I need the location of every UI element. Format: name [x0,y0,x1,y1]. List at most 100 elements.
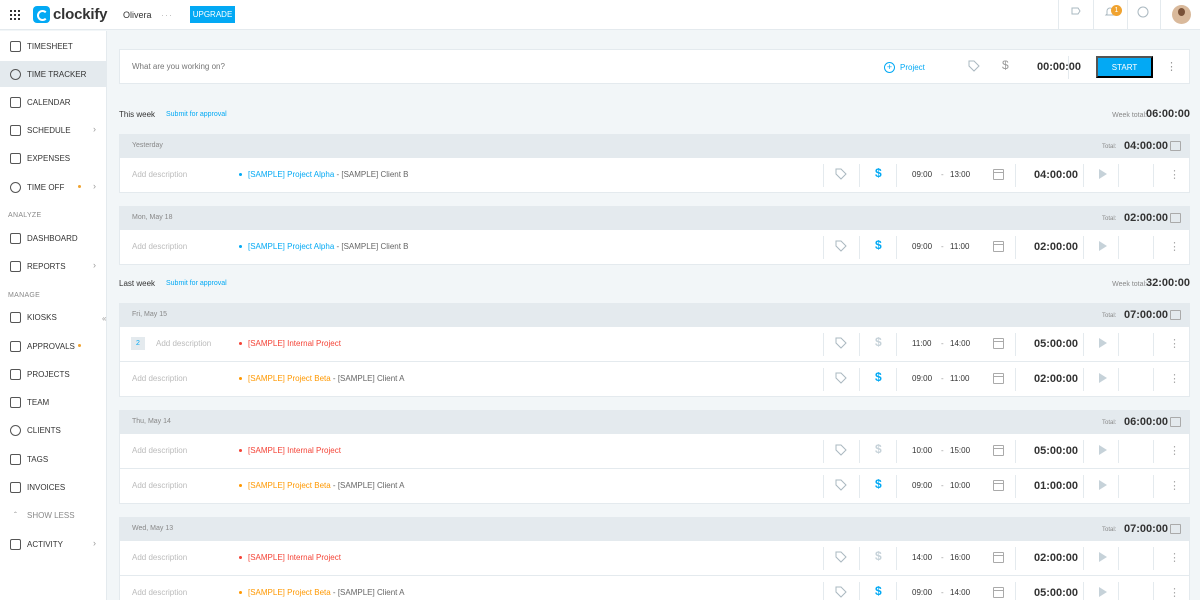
billable-dollar-icon[interactable]: $ [875,584,882,598]
sidebar-item-timesheet[interactable]: TIMESHEET [0,33,107,59]
calendar-icon[interactable] [993,480,1004,491]
time-entry-row[interactable]: Add description [SAMPLE] Project Beta - [… [120,468,1189,503]
tag-icon[interactable] [835,168,847,183]
bulk-edit-icon[interactable] [1170,141,1181,151]
entry-project[interactable]: [SAMPLE] Internal Project [248,446,341,455]
collapse-sidebar-icon[interactable]: « [102,314,111,328]
billable-dollar-icon[interactable]: $ [875,370,882,384]
tag-icon[interactable] [835,479,847,494]
start-button[interactable]: START [1096,56,1153,78]
sidebar-item-expenses[interactable]: EXPENSES [0,145,107,171]
play-icon[interactable] [1099,169,1107,179]
calendar-icon[interactable] [993,169,1004,180]
sidebar-item-dashboard[interactable]: DASHBOARD [0,225,107,251]
entry-end-time[interactable]: 13:00 [950,170,970,179]
entry-description[interactable]: Add description [132,588,187,597]
timer-display[interactable]: 00:00:00 [1037,61,1081,73]
sidebar-item-time-tracker[interactable]: TIME TRACKER [0,61,107,87]
sidebar-item-schedule[interactable]: SCHEDULE › [0,117,107,143]
bulk-edit-icon[interactable] [1170,310,1181,320]
sidebar-item-kiosks[interactable]: KIOSKS [0,304,107,330]
entry-start-time[interactable]: 09:00 [912,242,932,251]
sidebar-item-projects[interactable]: PROJECTS [0,361,107,387]
entry-project[interactable]: [SAMPLE] Project Alpha - [SAMPLE] Client… [248,170,409,179]
entry-project[interactable]: [SAMPLE] Project Beta - [SAMPLE] Client … [248,374,405,383]
play-icon[interactable] [1099,338,1107,348]
time-entry-row[interactable]: Add description [SAMPLE] Project Alpha - … [120,229,1189,264]
bulk-edit-icon[interactable] [1170,417,1181,427]
entry-duration[interactable]: 02:00:00 [1034,552,1078,564]
tag-icon[interactable] [835,372,847,387]
entry-duration[interactable]: 05:00:00 [1034,587,1078,599]
play-icon[interactable] [1099,445,1107,455]
billable-dollar-icon[interactable]: $ [1002,58,1009,72]
entry-description[interactable]: Add description [132,242,187,251]
entry-start-time[interactable]: 09:00 [912,170,932,179]
select-project-button[interactable]: + Project [884,60,925,74]
calendar-icon[interactable] [993,373,1004,384]
description-input[interactable] [132,62,732,71]
calendar-icon[interactable] [993,338,1004,349]
calendar-icon[interactable] [993,241,1004,252]
more-options-icon[interactable]: ⋮ [1169,372,1180,385]
calendar-icon[interactable] [993,552,1004,563]
apps-grid-icon[interactable] [10,10,20,20]
billable-dollar-icon[interactable]: $ [875,442,882,456]
time-entry-row[interactable]: Add description [SAMPLE] Project Alpha - … [120,157,1189,192]
calendar-icon[interactable] [993,587,1004,598]
tag-icon[interactable] [835,240,847,255]
play-icon[interactable] [1099,552,1107,562]
workspace-more-icon[interactable]: ··· [161,10,173,20]
more-options-icon[interactable]: ⋮ [1169,240,1180,253]
entry-duration[interactable]: 04:00:00 [1034,169,1078,181]
entry-end-time[interactable]: 15:00 [950,446,970,455]
clockify-logo-icon[interactable] [33,6,50,23]
more-options-icon[interactable]: ⋮ [1169,551,1180,564]
tag-icon[interactable] [968,60,980,75]
entry-start-time[interactable]: 11:00 [912,339,931,348]
sidebar-item-approvals[interactable]: APPROVALS [0,333,107,359]
entry-description[interactable]: Add description [132,446,187,455]
more-options-icon[interactable]: ⋮ [1169,586,1180,599]
entry-start-time[interactable]: 09:00 [912,588,932,597]
entry-project[interactable]: [SAMPLE] Project Beta - [SAMPLE] Client … [248,481,405,490]
billable-dollar-icon[interactable]: $ [875,238,882,252]
tag-icon[interactable] [835,337,847,352]
submit-for-approval-link[interactable]: Submit for approval [166,280,227,287]
help-icon[interactable] [1135,6,1151,22]
calendar-icon[interactable] [993,445,1004,456]
sidebar-item-tags[interactable]: TAGS [0,446,107,472]
time-entry-row[interactable]: 2 Add description [SAMPLE] Internal Projec… [120,326,1189,361]
play-icon[interactable] [1099,241,1107,251]
sidebar-item-time-off[interactable]: TIME OFF › [0,174,107,200]
workspace-name[interactable]: Olivera [123,10,152,20]
billable-dollar-icon[interactable]: $ [875,477,882,491]
tag-icon[interactable] [835,551,847,566]
entry-end-time[interactable]: 11:00 [950,242,969,251]
entry-description[interactable]: Add description [132,374,187,383]
sidebar-item-calendar[interactable]: CALENDAR [0,89,107,115]
entry-duration[interactable]: 05:00:00 [1034,338,1078,350]
entry-duration[interactable]: 01:00:00 [1034,480,1078,492]
sidebar-item-reports[interactable]: REPORTS › [0,253,107,279]
entry-start-time[interactable]: 10:00 [912,446,932,455]
upgrade-button[interactable]: UPGRADE [190,6,235,23]
submit-for-approval-link[interactable]: Submit for approval [166,111,227,118]
entry-start-time[interactable]: 14:00 [912,553,932,562]
more-options-icon[interactable]: ⋮ [1169,479,1180,492]
billable-dollar-icon[interactable]: $ [875,549,882,563]
entry-end-time[interactable]: 16:00 [950,553,970,562]
entry-duration[interactable]: 02:00:00 [1034,373,1078,385]
time-entry-row[interactable]: Add description [SAMPLE] Internal Project… [120,540,1189,575]
grouped-entries-count[interactable]: 2 [131,337,145,350]
sidebar-item-team[interactable]: TEAM [0,389,107,415]
logo-text[interactable]: clockify [53,6,107,23]
entry-description[interactable]: Add description [132,170,187,179]
bulk-edit-icon[interactable] [1170,524,1181,534]
sidebar-item-clients[interactable]: CLIENTS [0,417,107,443]
entry-duration[interactable]: 05:00:00 [1034,445,1078,457]
billable-dollar-icon[interactable]: $ [875,166,882,180]
entry-duration[interactable]: 02:00:00 [1034,241,1078,253]
play-icon[interactable] [1099,587,1107,597]
entry-end-time[interactable]: 10:00 [950,481,970,490]
